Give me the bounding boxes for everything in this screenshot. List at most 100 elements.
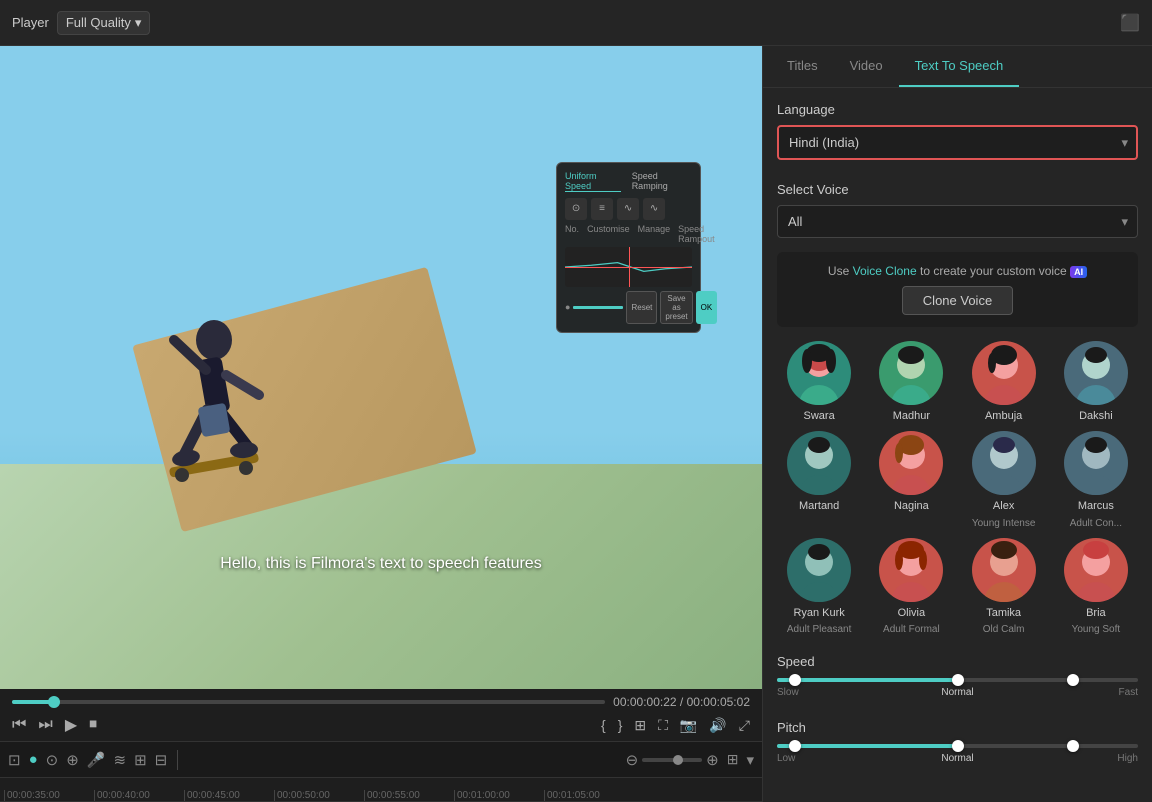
stop-button[interactable]: ⏹: [89, 716, 97, 734]
voice-name-tamika: Tamika: [986, 606, 1021, 620]
pitch-section: Pitch Low Normal High: [763, 708, 1152, 774]
zoom-in-icon[interactable]: ⊕: [706, 751, 719, 769]
out-point-button[interactable]: }: [618, 717, 623, 733]
timeline-toolbar-icon3[interactable]: ⊕: [66, 751, 79, 769]
voice-sub-ryan: Adult Pleasant: [787, 624, 852, 636]
quality-label: Full Quality: [66, 15, 131, 30]
speed-thumb-fast[interactable]: [1067, 674, 1079, 686]
voice-name-olivia: Olivia: [898, 606, 926, 620]
player-controls: 00:00:00:22 / 00:00:05:02 ⏮ ⏭ ▶ ⏹ { } ⊞ …: [0, 689, 762, 741]
voice-avatar-dakshi: [1064, 341, 1128, 405]
timeline-ruler: 00:00:35:00 00:00:40:00 00:00:45:00 00:0…: [0, 778, 762, 802]
voice-card-ambuja[interactable]: Ambuja: [962, 341, 1046, 423]
voice-card-alex[interactable]: Alex Young Intense: [962, 431, 1046, 529]
tab-text-to-speech[interactable]: Text To Speech: [899, 46, 1020, 87]
play-button[interactable]: ▶: [65, 715, 77, 735]
speed-fill: [777, 678, 958, 682]
skip-back-button[interactable]: ⏮: [12, 716, 26, 734]
voice-card-bria[interactable]: Bria Young Soft: [1054, 538, 1138, 636]
zoom-slider[interactable]: [642, 758, 702, 762]
right-panel: Titles Video Text To Speech Language Hin…: [762, 46, 1152, 802]
in-point-button[interactable]: {: [601, 717, 606, 733]
fullscreen-button[interactable]: ⛶: [658, 717, 668, 734]
main-layout: Hello, this is Filmora's text to speech …: [0, 46, 1152, 802]
voice-avatar-swara: [787, 341, 851, 405]
popup-reset-btn[interactable]: Reset: [626, 291, 657, 324]
voice-name-marcus: Marcus: [1078, 499, 1114, 513]
timeline-toolbar-icon2[interactable]: ⊙: [46, 751, 59, 769]
expand-button[interactable]: ⤢: [739, 717, 750, 734]
speed-label: Speed: [777, 654, 1138, 669]
timeline-toolbar-icon6[interactable]: ⊞: [134, 751, 147, 769]
popup-icon-2[interactable]: ≡: [591, 198, 613, 220]
progress-bar-track[interactable]: [12, 700, 605, 704]
language-label: Language: [777, 102, 1138, 117]
voice-avatar-ambuja: [972, 341, 1036, 405]
pitch-thumb-low[interactable]: [789, 740, 801, 752]
voice-clone-link[interactable]: Voice Clone: [853, 264, 917, 278]
popup-label-speed: Speed Rampout: [678, 224, 715, 244]
insert-button[interactable]: ⊞: [634, 717, 646, 734]
popup-tab-uniform[interactable]: Uniform Speed: [565, 171, 621, 192]
speed-section: Speed Slow Normal Fast: [763, 644, 1152, 708]
popup-save-btn[interactable]: Save as preset: [660, 291, 692, 324]
voice-clone-banner: Use Voice Clone to create your custom vo…: [777, 252, 1138, 327]
popup-icon-4[interactable]: ∿: [643, 198, 665, 220]
voice-avatar-martand: [787, 431, 851, 495]
more-icon[interactable]: ▾: [746, 751, 754, 769]
quality-selector[interactable]: Full Quality ▾: [57, 11, 151, 35]
voice-card-dakshi[interactable]: Dakshi: [1054, 341, 1138, 423]
voice-card-swara[interactable]: Swara: [777, 341, 861, 423]
speed-fast-label: Fast: [1119, 687, 1138, 698]
image-icon: ⬛: [1120, 13, 1140, 33]
voice-card-marcus[interactable]: Marcus Adult Con...: [1054, 431, 1138, 529]
popup-ok-btn[interactable]: OK: [696, 291, 718, 324]
timeline-toolbar-icon7[interactable]: ⊟: [155, 751, 168, 769]
voice-card-madhur[interactable]: Madhur: [869, 341, 953, 423]
timeline-toolbar-icon4[interactable]: 🎤: [87, 751, 106, 769]
zoom-controls: ⊖ ⊕: [626, 751, 719, 769]
popup-label-no: No.: [565, 224, 579, 244]
speed-slider-track[interactable]: [777, 678, 1138, 682]
language-select[interactable]: Hindi (India): [777, 125, 1138, 160]
ripple-icon[interactable]: ●: [29, 751, 38, 768]
pitch-thumb-high[interactable]: [1067, 740, 1079, 752]
undo-icon[interactable]: ⊡: [8, 751, 21, 769]
pitch-slider-track[interactable]: [777, 744, 1138, 748]
voice-card-ryan[interactable]: Ryan Kurk Adult Pleasant: [777, 538, 861, 636]
tab-video[interactable]: Video: [834, 46, 899, 87]
step-back-button[interactable]: ⏭: [38, 716, 52, 734]
popup-tab-ramping[interactable]: Speed Ramping: [632, 171, 692, 192]
speed-normal-label: Normal: [941, 687, 973, 698]
voice-card-olivia[interactable]: Olivia Adult Formal: [869, 538, 953, 636]
grid-icon[interactable]: ⊞: [727, 751, 739, 768]
volume-button[interactable]: 🔊: [709, 717, 726, 734]
ruler-mark-2: 00:00:45:00: [184, 790, 274, 801]
select-voice-label: Select Voice: [777, 182, 1138, 197]
zoom-out-icon[interactable]: ⊖: [626, 751, 639, 769]
speed-slider-container: [777, 677, 1138, 683]
speed-thumb-normal[interactable]: [952, 674, 964, 686]
clone-voice-button[interactable]: Clone Voice: [902, 286, 1013, 315]
pitch-thumb-normal[interactable]: [952, 740, 964, 752]
ruler-mark-1: 00:00:40:00: [94, 790, 184, 801]
voice-card-martand[interactable]: Martand: [777, 431, 861, 529]
voice-card-nagina[interactable]: Nagina: [869, 431, 953, 529]
voice-sub-tamika: Old Calm: [983, 624, 1025, 636]
voice-name-alex: Alex: [993, 499, 1014, 513]
snapshot-button[interactable]: 📷: [680, 717, 697, 734]
popup-icon-3[interactable]: ∿: [617, 198, 639, 220]
voice-name-swara: Swara: [804, 409, 835, 423]
voice-card-tamika[interactable]: Tamika Old Calm: [962, 538, 1046, 636]
select-voice-section: Select Voice All ▾: [763, 168, 1152, 246]
voice-select[interactable]: All: [777, 205, 1138, 238]
ai-badge: AI: [1070, 266, 1087, 278]
popup-icon-1[interactable]: ⊙: [565, 198, 587, 220]
tab-titles[interactable]: Titles: [771, 46, 834, 87]
ruler-mark-3: 00:00:50:00: [274, 790, 364, 801]
speed-thumb-slow[interactable]: [789, 674, 801, 686]
video-background: Hello, this is Filmora's text to speech …: [0, 46, 762, 689]
chevron-down-icon: ▾: [135, 15, 142, 31]
timeline-toolbar-icon5[interactable]: ≋: [113, 751, 126, 769]
voice-avatar-marcus: [1064, 431, 1128, 495]
